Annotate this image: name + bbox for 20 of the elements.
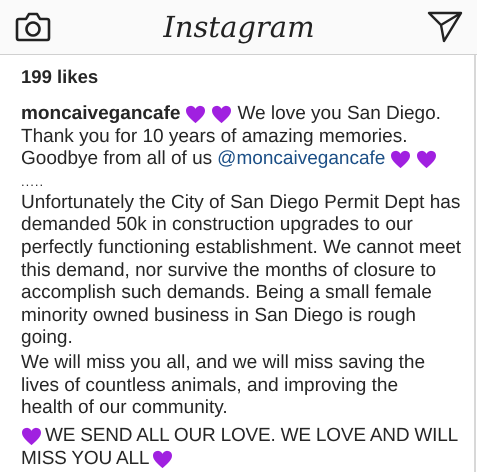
separator-dots: .....: [21, 174, 44, 189]
heart-icon: [152, 450, 174, 469]
caption-text: We love you San Diego.: [237, 103, 441, 126]
app-logo: Instagram: [163, 10, 315, 44]
paper-plane-icon[interactable]: [427, 10, 463, 44]
camera-icon[interactable]: [15, 11, 51, 43]
heart-icon: [185, 104, 206, 124]
heart-icon: [21, 426, 42, 446]
caption-text: WE SEND ALL OUR LOVE. WE LOVE AND WILL: [45, 425, 458, 448]
caption-paragraph: Unfortunately the City of San Diego Permit Dept has demanded 50k in construction upgrades to our perfectly functioning establishment. We cannot meet this demand, nor survive the months of closure to accomplish such demands. Being a small female minority owned business in San Diego is rough going.: [21, 192, 462, 350]
heart-icon: [390, 150, 412, 169]
username-link[interactable]: moncaivegancafe: [21, 103, 180, 126]
caption-paragraph: We will miss you all, and we will miss saving the lives of countless animals, and improving the health of our community.: [21, 352, 426, 420]
heart-icon: [211, 104, 232, 124]
likes-count[interactable]: 199 likes: [21, 66, 98, 88]
mention-link[interactable]: @moncaivegancafe: [217, 148, 386, 170]
caption-text: MISS YOU ALL: [21, 448, 150, 470]
caption-text: Thank you for 10 years of amazing memories.: [21, 126, 408, 148]
caption-text: Goodbye from all of us: [21, 148, 212, 170]
heart-icon: [416, 150, 438, 169]
